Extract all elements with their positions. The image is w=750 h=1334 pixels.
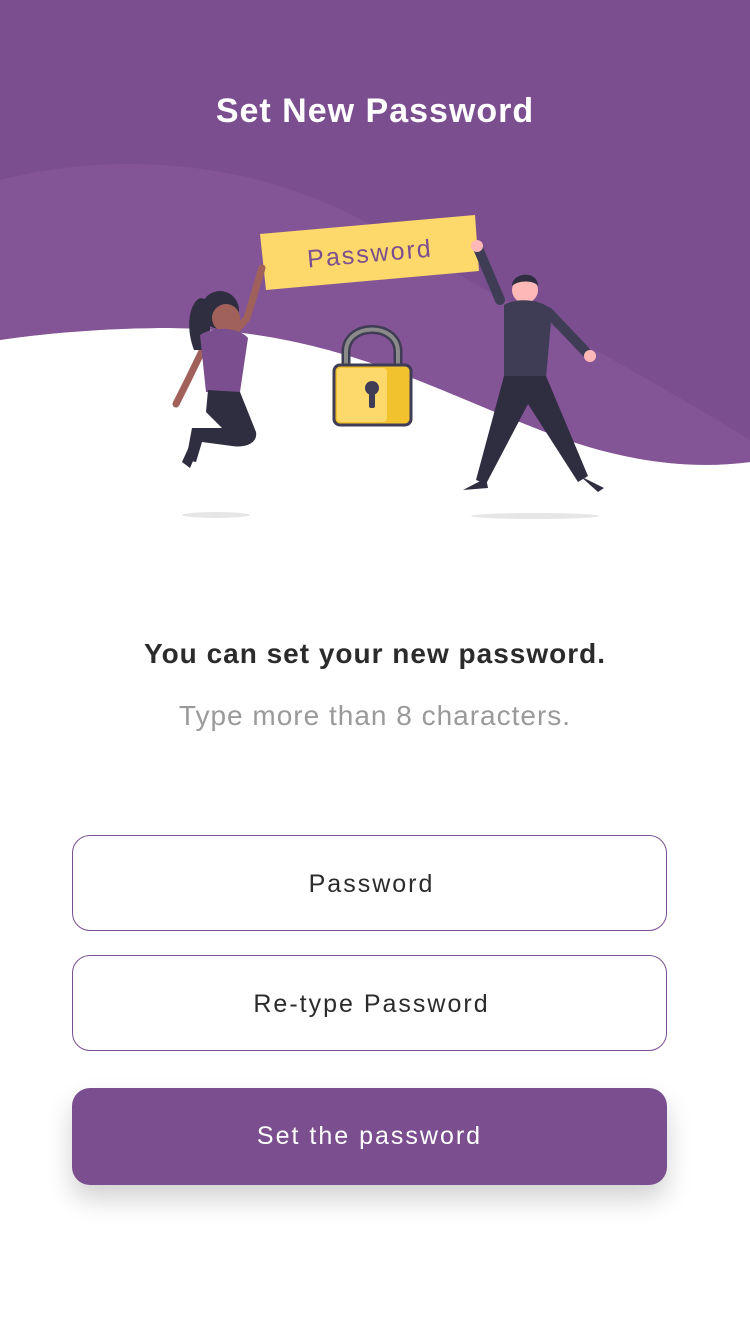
shadow-right	[471, 513, 599, 519]
set-password-button[interactable]: Set the password	[72, 1088, 667, 1185]
password-field	[72, 835, 670, 932]
set-password-screen: Password Set New Password You can set yo…	[0, 0, 750, 1334]
page-title: Set New Password	[215, 92, 535, 130]
password-input[interactable]	[73, 836, 670, 932]
shadow-left	[182, 512, 250, 518]
retype-password-field	[72, 955, 670, 1052]
instruction-headline: You can set your new password.	[143, 638, 607, 669]
hero-illustration: Password	[0, 0, 750, 519]
instruction-hint: Type more than 8 characters.	[178, 700, 572, 731]
retype-password-input[interactable]	[73, 956, 670, 1052]
hero-banner: Password Set New Password	[0, 0, 750, 540]
